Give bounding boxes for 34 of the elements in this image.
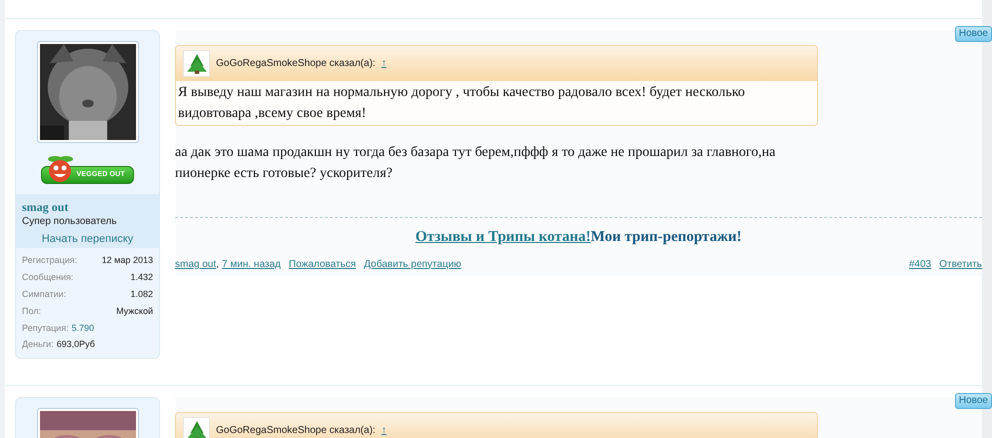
post-text: аа дак это шама продакшн ну тогда без базара тут берем,пффф я то даже не прошарил за главного,на пионерке есть готовые? ускорителя?: [175, 144, 777, 183]
stat-value: 5.790: [72, 322, 94, 335]
post-time-link[interactable]: 7 мин. назад: [222, 256, 281, 272]
post-action-link[interactable]: Пожаловаться: [288, 256, 356, 272]
jump-to-quote-link[interactable]: ↑: [381, 56, 386, 71]
new-badge: Новое: [954, 26, 992, 42]
author-link[interactable]: smag out: [175, 256, 216, 272]
quote-text: Я выведу наш магазин на нормальную дорогу , чтобы качество радовало всех! будет несколько видовтовара ,всему свое время!: [176, 81, 817, 125]
stat-value: 693,0Руб: [56, 338, 95, 351]
post-number-link[interactable]: #403: [909, 256, 932, 272]
start-conversation-link[interactable]: Начать переписку: [22, 230, 153, 248]
signature: Отзывы и Трипы котана!Мои трип-репортажи!: [415, 228, 742, 247]
new-badge: Новое: [954, 393, 992, 409]
stat-label: Симпатии:: [22, 288, 66, 301]
quote-author: GoGoRegaSmokeShope сказал(а):: [216, 57, 376, 71]
user-title: Супер пользователь: [22, 215, 118, 229]
username-link[interactable]: smag out: [22, 200, 153, 215]
reply-link[interactable]: Ответить: [939, 256, 982, 272]
jump-to-quote-link[interactable]: ↑: [381, 423, 386, 438]
separator: ,: [216, 258, 219, 272]
tree-logo-icon: [183, 50, 210, 77]
stat-value: Мужской: [116, 305, 153, 318]
stat-label: Регистрация:: [22, 254, 78, 267]
stat-label: Репутация:: [22, 322, 69, 335]
post-action-link[interactable]: Добавить репутацию: [364, 256, 462, 272]
stat-value: 12 мар 2013: [102, 254, 153, 267]
tree-logo-icon: [183, 417, 210, 438]
stat-value: 1.432: [130, 271, 153, 284]
quote-author: GoGoRegaSmokeShope сказал(а):: [216, 424, 376, 438]
stat-label: Сообщения:: [22, 271, 74, 284]
signature-link[interactable]: Отзывы и Трипы котана!: [415, 229, 591, 245]
stat-value: 1.082: [130, 288, 153, 301]
stat-label: Деньги:: [22, 338, 54, 351]
stat-label: Пол:: [22, 305, 42, 318]
